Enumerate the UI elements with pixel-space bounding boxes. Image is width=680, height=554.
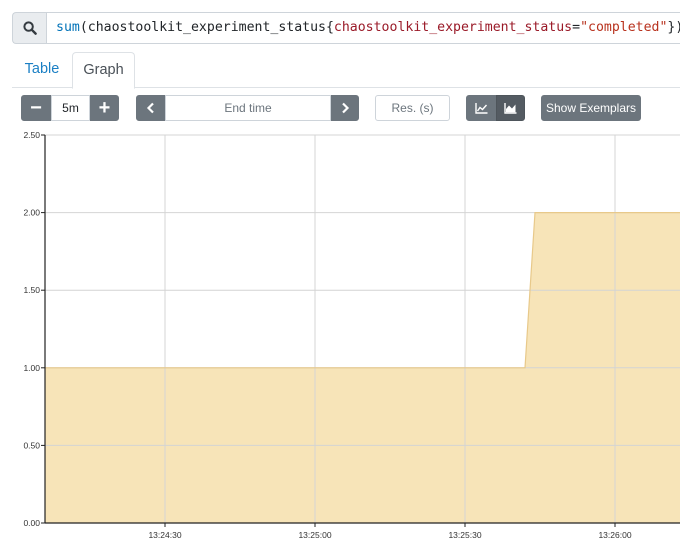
chevron-left-icon: [146, 102, 154, 114]
query-search-button[interactable]: [12, 12, 46, 44]
range-input[interactable]: 5m: [51, 95, 90, 121]
graph-panel: 0.00 0.50 1.00 1.50 2.00 2.50 13:24:30 13:25:00…: [0, 128, 680, 554]
end-time-input[interactable]: End time: [165, 95, 331, 121]
y-tick-label: 0.00: [23, 518, 40, 528]
x-tick-label: 13:26:00: [598, 530, 631, 540]
line-chart-button[interactable]: [466, 95, 496, 121]
increase-range-button[interactable]: +: [90, 95, 119, 121]
x-tick-label: 13:25:30: [448, 530, 481, 540]
query-close: }): [667, 20, 680, 35]
query-label-name: chaostoolkit_experiment_status: [333, 20, 573, 35]
result-tabs: Table Graph: [12, 52, 680, 89]
decrease-range-button[interactable]: −: [21, 95, 51, 121]
x-tick-label: 13:25:00: [298, 530, 331, 540]
y-tick-label: 2.50: [23, 130, 40, 140]
tab-table[interactable]: Table: [14, 52, 70, 88]
x-tick-label: 13:24:30: [148, 530, 181, 540]
next-time-button[interactable]: [331, 95, 359, 121]
tab-graph[interactable]: Graph: [72, 52, 135, 89]
y-tick-label: 1.50: [23, 285, 40, 295]
expression-input[interactable]: sum(chaostoolkit_experiment_status{chaos…: [46, 12, 680, 44]
show-exemplars-button[interactable]: Show Exemplars: [541, 95, 641, 121]
stacked-chart-button[interactable]: [496, 95, 525, 121]
graph-chart: 0.00 0.50 1.00 1.50 2.00 2.50 13:24:30 13:25:00…: [23, 130, 680, 540]
query-open-brace: {: [325, 20, 334, 35]
resolution-input[interactable]: Res. (s): [375, 95, 450, 121]
stacked-area-chart-icon: [504, 102, 517, 114]
query-function: sum: [56, 20, 80, 35]
y-tick-label: 2.00: [23, 208, 40, 218]
chevron-right-icon: [342, 102, 350, 114]
query-label-value: "completed": [580, 20, 668, 35]
previous-time-button[interactable]: [136, 95, 165, 121]
search-icon: [22, 21, 37, 35]
y-tick-label: 1.00: [23, 363, 40, 373]
query-metric-name: chaostoolkit_experiment_status: [87, 20, 326, 35]
query-equals: =: [572, 20, 581, 35]
line-chart-icon: [474, 102, 487, 114]
y-tick-label: 0.50: [23, 440, 40, 450]
query-open-paren: (: [79, 20, 88, 35]
query-bar: sum(chaostoolkit_experiment_status{chaos…: [12, 12, 680, 44]
